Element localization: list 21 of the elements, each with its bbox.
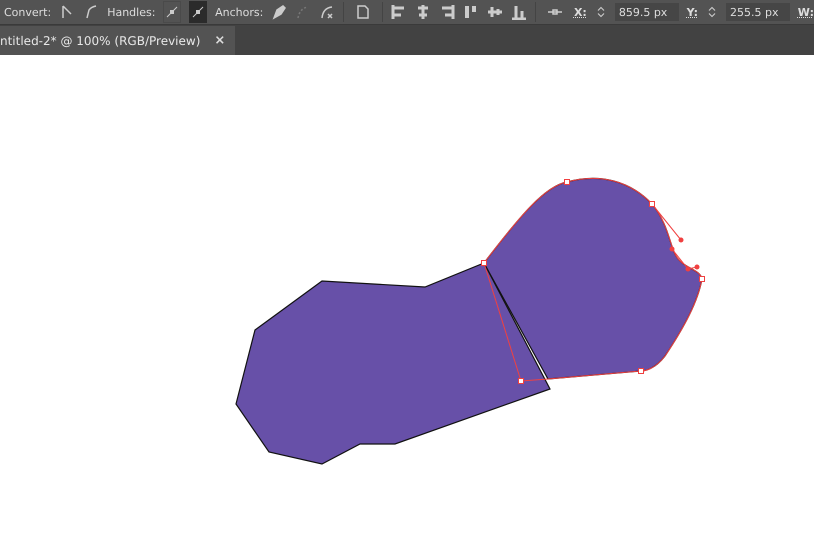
pen-icon[interactable]	[271, 4, 288, 20]
handles-label: Handles:	[107, 6, 156, 18]
x-label: X:	[574, 6, 587, 18]
align-bottom-icon[interactable]	[511, 4, 528, 20]
stepper-icon[interactable]	[706, 4, 718, 20]
w-label: W:	[798, 6, 814, 18]
anchors-label: Anchors:	[215, 6, 264, 18]
handle-toggle[interactable]	[189, 1, 208, 23]
stepper-icon[interactable]	[594, 4, 607, 20]
align-right-icon[interactable]	[439, 4, 456, 20]
handle-line-icon	[191, 5, 206, 19]
handle-line-icon	[165, 5, 180, 19]
document-tab[interactable]: ntitled-2* @ 100% (RGB/Preview) ×	[0, 26, 236, 55]
handle-toggle[interactable]	[163, 1, 182, 23]
y-label: Y:	[686, 6, 698, 18]
cut-path-icon[interactable]	[319, 4, 336, 20]
x-field[interactable]: 859.5 px	[614, 3, 679, 21]
y-field[interactable]: 255.5 px	[726, 3, 790, 21]
convert-label: Convert:	[4, 6, 52, 18]
align-middle-icon[interactable]	[487, 4, 504, 20]
close-icon[interactable]: ×	[214, 33, 226, 48]
